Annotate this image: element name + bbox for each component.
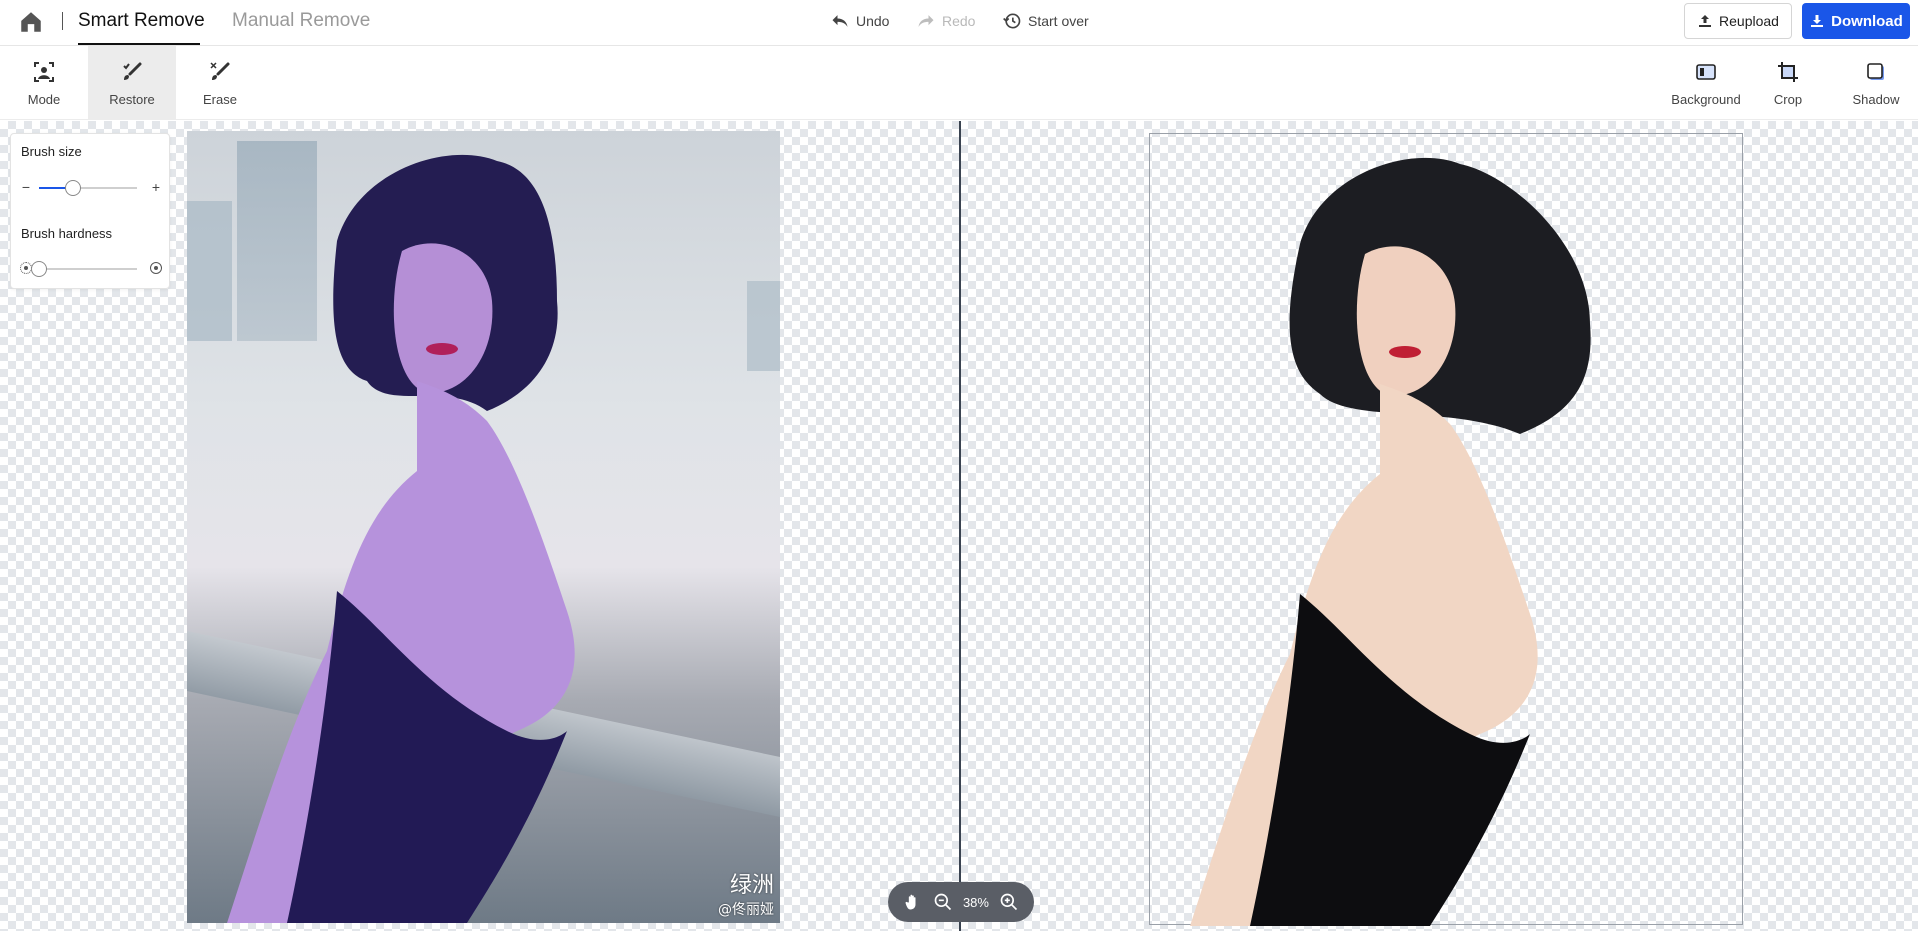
undo-icon <box>832 15 848 27</box>
background-icon <box>1696 63 1716 80</box>
image-watermark: 绿洲 @佟丽娅 <box>718 867 774 919</box>
shadow-icon <box>1867 62 1884 80</box>
cutout-subject <box>1190 157 1591 926</box>
brush-hardness-label: Brush hardness <box>21 226 113 241</box>
upload-icon <box>1699 15 1712 27</box>
shadow-tool[interactable]: Shadow <box>1836 46 1916 120</box>
restore-tool-label: Restore <box>109 91 155 107</box>
original-image[interactable]: 绿洲 @佟丽娅 <box>187 131 780 923</box>
person-frame-icon <box>34 61 54 82</box>
start-over-label: Start over <box>1028 13 1089 29</box>
brush-size-thumb[interactable] <box>65 180 82 196</box>
mode-tool-label: Mode <box>27 91 61 107</box>
brush-settings-panel: Brush size − + Brush hardness <box>10 133 170 289</box>
zoom-controls: 38% <box>888 882 1034 922</box>
reupload-button[interactable]: Reupload <box>1684 3 1792 39</box>
active-tab-indicator <box>78 43 200 45</box>
brush-size-slider[interactable]: − + <box>19 178 163 198</box>
result-image-frame[interactable] <box>1149 133 1743 926</box>
reupload-label: Reupload <box>1719 13 1779 29</box>
shadow-tool-label: Shadow <box>1852 91 1900 107</box>
hard-brush-icon <box>150 262 162 274</box>
redo-button[interactable]: Redo <box>916 11 975 31</box>
brush-hardness-track[interactable] <box>31 261 137 277</box>
watermark-brand: 绿洲 <box>729 873 774 898</box>
undo-label: Undo <box>856 13 890 29</box>
start-over-button[interactable]: Start over <box>1002 11 1089 31</box>
brush-size-label: Brush size <box>21 144 82 159</box>
erase-tool[interactable]: Erase <box>176 46 264 120</box>
header-divider <box>62 12 63 30</box>
hand-pan-icon[interactable] <box>903 892 923 912</box>
mode-tool[interactable]: Mode <box>0 46 88 120</box>
undo-button[interactable]: Undo <box>830 11 889 31</box>
crop-icon <box>1778 61 1798 82</box>
erase-tool-label: Erase <box>203 91 237 107</box>
redo-label: Redo <box>942 13 976 29</box>
brush-size-track[interactable] <box>39 180 137 196</box>
tool-bar: Mode Restore Erase Background Crop Shado… <box>0 46 1918 120</box>
brush-size-increase-button[interactable]: + <box>149 179 163 195</box>
subject-silhouette <box>227 154 575 923</box>
download-button[interactable]: Download <box>1802 3 1910 39</box>
background-tool[interactable]: Background <box>1666 46 1746 120</box>
home-icon[interactable] <box>18 9 44 35</box>
erase-brush-icon <box>210 61 230 80</box>
brush-size-decrease-button[interactable]: − <box>19 179 33 195</box>
crop-tool-label: Crop <box>1773 91 1803 107</box>
tab-manual-remove[interactable]: Manual Remove <box>232 10 370 32</box>
download-label: Download <box>1831 12 1903 30</box>
crop-tool[interactable]: Crop <box>1748 46 1828 120</box>
brush-hardness-thumb[interactable] <box>31 261 47 277</box>
zoom-in-icon[interactable] <box>999 892 1019 912</box>
redo-icon <box>918 15 934 27</box>
top-header: Smart Remove Manual Remove Undo Redo Sta… <box>0 0 1918 46</box>
background-tool-label: Background <box>1671 91 1741 107</box>
zoom-level: 38% <box>962 894 989 910</box>
watermark-handle: @佟丽娅 <box>718 902 774 918</box>
restore-brush-icon <box>123 62 142 80</box>
history-icon <box>1003 13 1021 29</box>
zoom-out-icon[interactable] <box>933 892 953 912</box>
editor-canvas[interactable]: Brush size − + Brush hardness 绿洲 @佟丽娅 38… <box>0 121 1918 931</box>
brush-hardness-slider[interactable] <box>19 259 163 279</box>
compare-divider[interactable] <box>959 121 961 931</box>
download-icon <box>1811 15 1824 27</box>
tab-smart-remove[interactable]: Smart Remove <box>78 10 205 32</box>
restore-tool[interactable]: Restore <box>88 46 176 120</box>
